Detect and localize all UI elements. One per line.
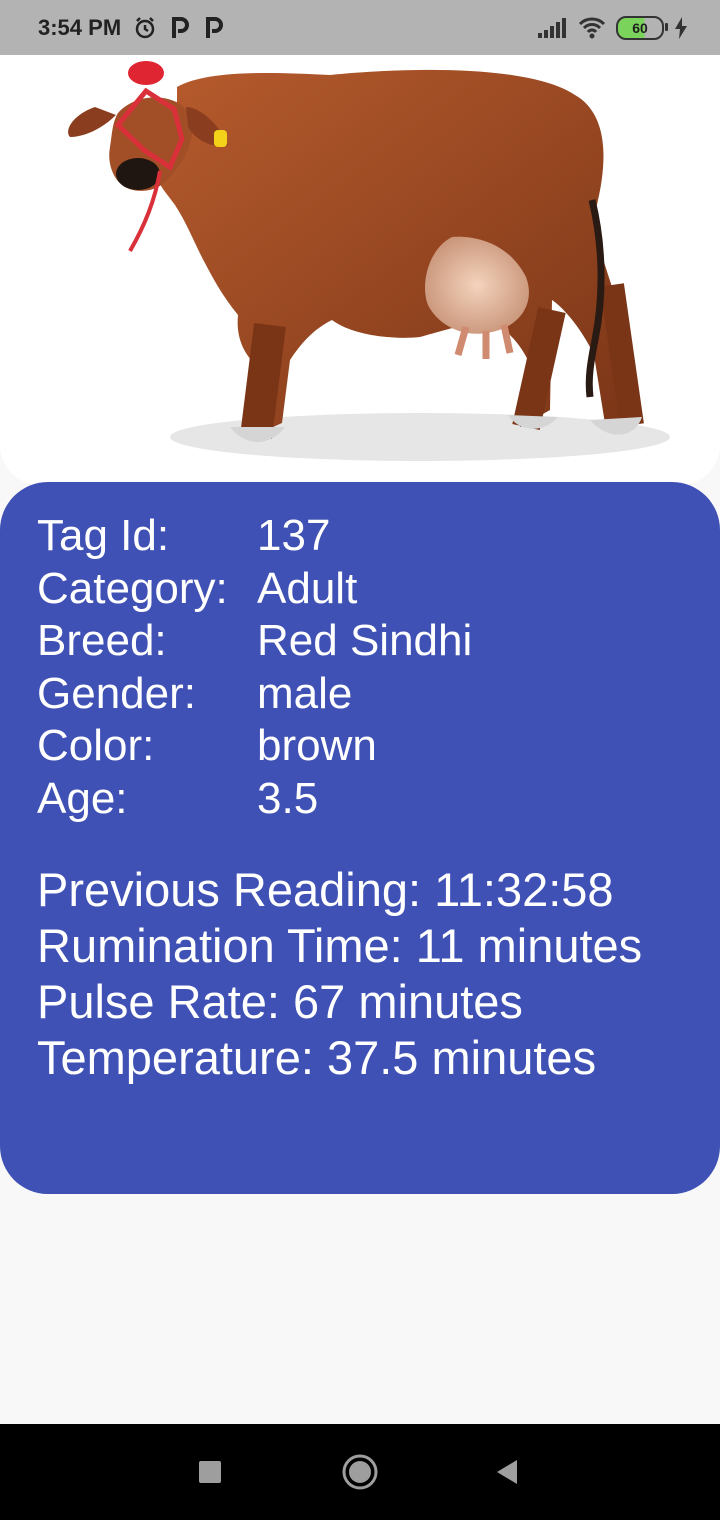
age-label: Age:: [37, 773, 128, 823]
status-bar: 3:54 PM 60: [0, 0, 720, 55]
parking-icon: [172, 16, 190, 38]
animal-details: Tag Id: 137 Category: Adult Breed: Red S…: [37, 510, 617, 825]
alarm-icon: [135, 16, 155, 38]
age-value: 3.5: [257, 773, 319, 823]
category-value: Adult: [257, 563, 358, 613]
breed-label: Breed:: [37, 616, 167, 665]
category-label: Category:: [37, 563, 228, 613]
back-button[interactable]: [482, 1424, 530, 1520]
temperature: Temperature: 37.5 minutes: [37, 1031, 597, 1084]
recents-button[interactable]: [188, 1424, 232, 1520]
breed-value: Red Sindhi: [257, 616, 473, 665]
tag-id-value: 137: [257, 511, 331, 560]
recents-icon: [199, 1461, 221, 1483]
pulse-rate: Pulse Rate: 67 minutes: [37, 975, 523, 1028]
animal-info-card: Tag Id: 137 Category: Adult Breed: Red S…: [0, 482, 720, 1194]
gender-value: male: [257, 668, 353, 718]
rumination-time: Rumination Time: 11 minutes: [37, 919, 643, 972]
gender-label: Gender:: [37, 668, 196, 718]
signal-icon: [538, 17, 566, 38]
parking-icon: [206, 16, 224, 38]
charging-icon: [675, 16, 687, 39]
back-icon: [497, 1460, 517, 1484]
home-icon: [342, 1454, 378, 1490]
tag-id-label: Tag Id:: [37, 511, 170, 560]
cow-image: [68, 61, 670, 461]
home-button[interactable]: [334, 1424, 386, 1520]
wifi-icon: [578, 17, 606, 38]
animal-image-card: [0, 55, 720, 485]
previous-reading: Previous Reading: 11:32:58: [37, 863, 614, 916]
sensor-readings: Previous Reading: 11:32:58 Rumination Ti…: [37, 862, 642, 1086]
status-time: 3:54 PM: [38, 14, 122, 40]
battery-icon: 60: [616, 15, 668, 40]
navigation-bar: [0, 1424, 720, 1520]
color-label: Color:: [37, 721, 155, 770]
battery-level: 60: [632, 19, 648, 36]
color-value: brown: [257, 721, 377, 770]
